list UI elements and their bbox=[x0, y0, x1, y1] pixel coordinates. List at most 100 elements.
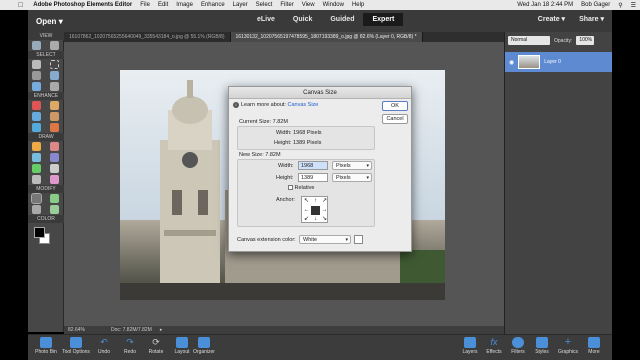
tab-guided[interactable]: Guided bbox=[321, 13, 363, 26]
recompose-tool-icon[interactable] bbox=[49, 194, 59, 203]
extension-color-select[interactable]: White bbox=[299, 235, 351, 244]
width-unit-select[interactable]: Pixels bbox=[332, 161, 372, 170]
color-swatches[interactable] bbox=[28, 223, 63, 247]
paint-bucket-icon[interactable] bbox=[32, 153, 42, 162]
smart-brush-icon[interactable] bbox=[32, 112, 42, 121]
relative-checkbox-row[interactable]: Relative bbox=[288, 185, 314, 191]
doc-size: Doc: 7.82M/7.82M bbox=[110, 327, 152, 333]
toolbox-section-enhance: ENHANCE bbox=[28, 92, 64, 100]
anchor-arrow-ne-icon[interactable]: ↗ bbox=[320, 197, 329, 206]
foreground-color-swatch[interactable] bbox=[34, 227, 45, 238]
create-button[interactable]: Create ▾ bbox=[538, 15, 565, 23]
user-name[interactable]: Bob Gager bbox=[577, 2, 614, 8]
red-eye-tool-icon[interactable] bbox=[32, 101, 42, 110]
anchor-arrow-w-icon[interactable]: ← bbox=[302, 206, 311, 215]
blend-mode-select[interactable]: Normal bbox=[508, 36, 550, 45]
eyedropper-icon[interactable] bbox=[49, 175, 59, 184]
menu-select[interactable]: Select bbox=[252, 2, 277, 8]
spot-healing-icon[interactable] bbox=[49, 101, 59, 110]
photo-bin-button[interactable]: Photo Bin bbox=[30, 337, 62, 355]
cathedral-tower bbox=[160, 80, 220, 290]
menu-view[interactable]: View bbox=[298, 2, 319, 8]
tab-elive[interactable]: eLive bbox=[248, 13, 284, 26]
menu-help[interactable]: Help bbox=[348, 2, 368, 8]
menu-layer[interactable]: Layer bbox=[229, 2, 252, 8]
toolbox: VIEW SELECT ENHANCE DRAW MODIFY COLOR bbox=[28, 32, 64, 332]
more-button[interactable]: More bbox=[578, 337, 610, 355]
status-menu-icon[interactable]: ▸ bbox=[156, 327, 167, 333]
relative-checkbox[interactable] bbox=[288, 185, 293, 191]
new-size-label: New Size: 7.82M bbox=[239, 152, 281, 158]
menu-file[interactable]: File bbox=[136, 2, 154, 8]
anchor-arrow-n-icon[interactable]: ↑ bbox=[311, 197, 320, 206]
height-unit-select[interactable]: Pixels bbox=[332, 173, 372, 182]
menu-app-name[interactable]: Adobe Photoshop Elements Editor bbox=[29, 2, 136, 8]
eraser-tool-icon[interactable] bbox=[49, 142, 59, 151]
content-aware-move-icon[interactable] bbox=[32, 205, 42, 214]
selection-brush-icon[interactable] bbox=[49, 82, 59, 91]
gradient-tool-icon[interactable] bbox=[49, 153, 59, 162]
extension-color-swatch[interactable] bbox=[354, 235, 363, 244]
tab-quick[interactable]: Quick bbox=[284, 13, 321, 26]
menu-edit[interactable]: Edit bbox=[154, 2, 172, 8]
layers-icon bbox=[464, 337, 476, 348]
menu-window[interactable]: Window bbox=[319, 2, 348, 8]
anchor-arrow-sw-icon[interactable]: ↙ bbox=[302, 215, 311, 224]
quick-selection-tool-icon[interactable] bbox=[32, 82, 42, 91]
anchor-arrow-se-icon[interactable]: ↘ bbox=[320, 215, 329, 224]
cancel-button[interactable]: Cancel bbox=[382, 114, 408, 124]
bottom-bar: Photo Bin Tool Options ↶ Undo ↷ Redo ⟳ Rota… bbox=[28, 334, 612, 360]
photo-street bbox=[120, 283, 445, 300]
tab-expert[interactable]: Expert bbox=[363, 13, 404, 26]
shape-tool-icon[interactable] bbox=[32, 164, 42, 173]
document-tab-1[interactable]: 16107862_10207565255640049_335543184_o.j… bbox=[64, 32, 231, 42]
apple-icon[interactable]:  bbox=[0, 2, 29, 9]
type-tool-icon[interactable] bbox=[49, 164, 59, 173]
pencil-tool-icon[interactable] bbox=[32, 175, 42, 184]
menu-image[interactable]: Image bbox=[172, 2, 197, 8]
anchor-grid[interactable]: ↖ ↑ ↗ ← → ↙ ↓ ↘ bbox=[301, 196, 328, 223]
share-button[interactable]: Share ▾ bbox=[579, 15, 604, 23]
blur-tool-icon[interactable] bbox=[32, 123, 42, 132]
anchor-arrow-e-icon[interactable]: → bbox=[320, 206, 329, 215]
menu-enhance[interactable]: Enhance bbox=[197, 2, 229, 8]
hand-tool-icon[interactable] bbox=[49, 41, 59, 50]
current-width: Width: 1968 Pixels bbox=[276, 130, 322, 136]
clone-stamp-icon[interactable] bbox=[49, 112, 59, 121]
ok-button[interactable]: OK bbox=[382, 101, 408, 111]
menu-filter[interactable]: Filter bbox=[276, 2, 297, 8]
marquee-tool-icon[interactable] bbox=[49, 60, 59, 69]
open-button[interactable]: Open ▾ bbox=[32, 15, 67, 28]
toolbox-section-select: SELECT bbox=[28, 51, 64, 59]
extension-color-label: Canvas extension color: bbox=[237, 237, 296, 243]
width-input[interactable]: 1968 bbox=[298, 161, 328, 170]
anchor-center[interactable] bbox=[311, 206, 320, 215]
layers-panel: Normal Opacity: 100% ◉ Layer 0 bbox=[504, 32, 612, 334]
crop-tool-icon[interactable] bbox=[31, 193, 43, 204]
rotate-icon: ⟳ bbox=[152, 337, 160, 347]
anchor-arrow-s-icon[interactable]: ↓ bbox=[311, 215, 320, 224]
magic-wand-tool-icon[interactable] bbox=[49, 71, 59, 80]
opacity-field[interactable]: 100% bbox=[576, 36, 595, 45]
current-size-group: Width: 1968 Pixels Height: 1389 Pixels bbox=[237, 126, 375, 150]
organizer-button[interactable]: Organizer bbox=[188, 337, 220, 355]
sponge-tool-icon[interactable] bbox=[49, 123, 59, 132]
document-tab-2[interactable]: 16130132_10207565197478595_1807193389_o.… bbox=[230, 32, 423, 42]
eye-icon[interactable]: ◉ bbox=[509, 59, 514, 66]
brush-tool-icon[interactable] bbox=[32, 142, 42, 151]
zoom-tool-icon[interactable] bbox=[32, 41, 42, 50]
effects-icon: fx bbox=[490, 337, 498, 347]
lasso-tool-icon[interactable] bbox=[32, 71, 42, 80]
move-tool-icon[interactable] bbox=[32, 60, 42, 69]
menu-list-icon[interactable]: ☰ bbox=[627, 2, 640, 9]
learn-more-link[interactable]: Canvas Size bbox=[287, 102, 318, 108]
height-input[interactable]: 1389 bbox=[298, 173, 328, 182]
chevron-down-icon: ▾ bbox=[58, 16, 63, 26]
straighten-tool-icon[interactable] bbox=[49, 205, 59, 214]
tool-options-icon bbox=[70, 337, 82, 348]
layer-name[interactable]: Layer 0 bbox=[544, 59, 561, 65]
anchor-arrow-nw-icon[interactable]: ↖ bbox=[302, 197, 311, 206]
search-icon[interactable]: ⚲ bbox=[614, 2, 626, 9]
width-label: Width: bbox=[278, 163, 294, 169]
layer-row[interactable]: ◉ Layer 0 bbox=[505, 52, 612, 72]
